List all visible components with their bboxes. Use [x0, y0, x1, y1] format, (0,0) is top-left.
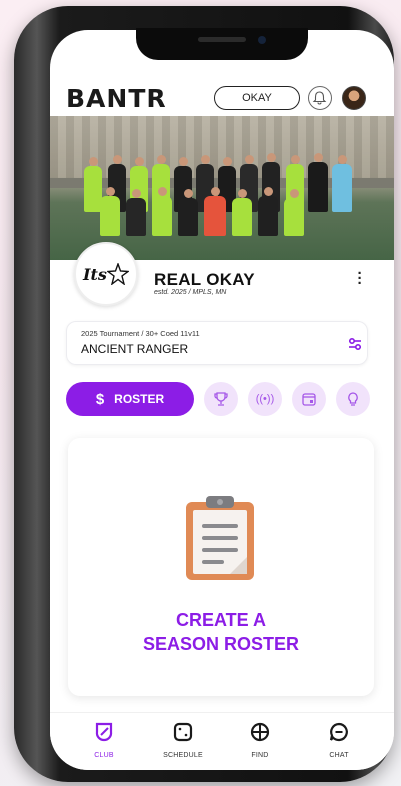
tournament-name: ANCIENT RANGER [81, 342, 189, 356]
create-roster-title-line2: SEASON ROSTER [142, 634, 300, 654]
broadcast-icon: ((•)) [255, 393, 275, 405]
schedule-icon [173, 722, 193, 742]
photo-player [258, 187, 278, 236]
trophy-icon [214, 392, 228, 406]
photo-player [284, 189, 304, 236]
lightbulb-icon [348, 392, 358, 406]
photo-player [308, 153, 328, 212]
team-photo [50, 116, 394, 260]
user-avatar[interactable] [342, 86, 366, 110]
broadcast-button[interactable]: ((•)) [248, 382, 282, 416]
roster-button[interactable]: $ ROSTER [66, 382, 194, 416]
photo-player [178, 189, 198, 236]
phone-frame: BANTR OKAY Its REAL OKAY estd. 2025 / MP… [14, 6, 394, 782]
notifications-bell-icon[interactable] [308, 86, 332, 110]
nav-club-label: CLUB [94, 752, 114, 759]
calendar-icon [302, 393, 316, 406]
app-screen: BANTR OKAY Its REAL OKAY estd. 2025 / MP… [50, 30, 394, 770]
bottom-nav: CLUB SCHEDULE FIND CHAT [50, 712, 394, 770]
photo-player [100, 187, 120, 236]
notch-speaker [198, 37, 246, 42]
club-name: REAL OKAY [154, 270, 255, 289]
photo-player [204, 187, 226, 236]
create-roster-title-line1: CREATE A [176, 610, 266, 630]
tournament-card[interactable]: 2025 Tournament / 30+ Coed 11v11 ANCIENT… [66, 321, 368, 365]
nav-chat-label: CHAT [329, 752, 349, 759]
phone-notch [136, 28, 308, 60]
nav-chat[interactable]: CHAT [304, 721, 374, 759]
photo-player [126, 189, 146, 236]
nav-schedule-label: SCHEDULE [163, 752, 203, 759]
team-selector-button[interactable]: OKAY [214, 86, 300, 110]
club-shield-icon [95, 722, 113, 742]
nav-find-label: FIND [251, 752, 269, 759]
front-camera [258, 36, 266, 44]
calendar-button[interactable] [292, 382, 326, 416]
app-logo: BANTR [66, 84, 167, 113]
create-roster-card[interactable]: CREATE A SEASON ROSTER [68, 438, 374, 696]
more-options-icon[interactable]: · · · [356, 266, 364, 291]
nav-schedule[interactable]: SCHEDULE [148, 721, 218, 759]
club-crest-logo: Its [74, 242, 138, 306]
tournament-settings-icon[interactable] [347, 336, 363, 352]
club-crest-lettering: Its [83, 264, 107, 284]
globe-icon [250, 722, 270, 742]
photo-player [152, 187, 172, 236]
photo-player [232, 189, 252, 236]
chat-icon [329, 722, 348, 742]
roster-button-label: ROSTER [114, 392, 165, 406]
clipboard-icon [186, 496, 254, 580]
nav-club[interactable]: CLUB [69, 721, 139, 759]
tournament-label: 2025 Tournament / 30+ Coed 11v11 [81, 329, 200, 338]
photo-player [332, 155, 352, 212]
club-subtitle: estd. 2025 / MPLS, MN [154, 289, 227, 296]
ideas-button[interactable] [336, 382, 370, 416]
nav-find[interactable]: FIND [225, 721, 295, 759]
app-header: BANTR OKAY [50, 82, 394, 118]
dollar-icon: $ [95, 390, 105, 408]
trophy-button[interactable] [204, 382, 238, 416]
crest-star-icon [106, 263, 129, 285]
